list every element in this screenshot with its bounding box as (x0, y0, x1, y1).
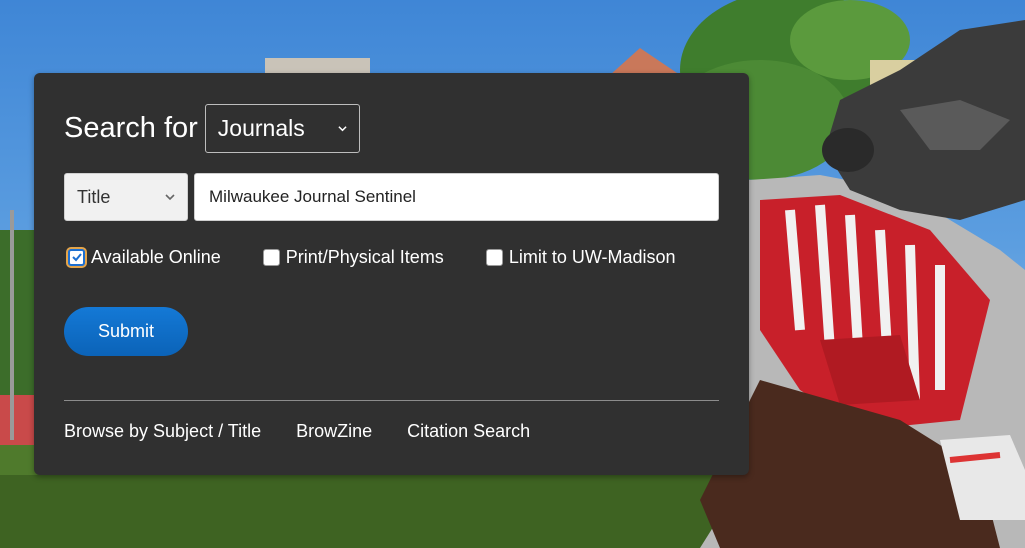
chevron-down-icon (165, 194, 175, 201)
filter-label: Limit to UW-Madison (508, 246, 676, 267)
search-filters: Available Online Print/Physical Items Li… (68, 245, 718, 269)
search-type-select[interactable]: Journals (204, 103, 360, 153)
search-for-label: Search for (64, 111, 198, 144)
limit-uw-madison-checkbox[interactable] (485, 248, 503, 266)
chevron-down-icon (338, 125, 347, 131)
available-online-checkbox[interactable] (68, 248, 85, 266)
search-panel: Search for Journals Title Available Onli… (34, 73, 749, 475)
print-physical-checkbox[interactable] (262, 248, 280, 266)
filter-label: Available Online (91, 246, 221, 267)
submit-button[interactable]: Submit (64, 307, 188, 356)
search-field-select[interactable]: Title (64, 173, 188, 221)
filter-print-physical[interactable]: Print/Physical Items (262, 246, 444, 268)
citation-search-link[interactable]: Citation Search (407, 421, 530, 442)
footer-links: Browse by Subject / Title BrowZine Citat… (64, 421, 565, 442)
browse-subject-title-link[interactable]: Browse by Subject / Title (64, 421, 261, 442)
search-type-value: Journals (217, 114, 305, 141)
filter-label: Print/Physical Items (285, 246, 444, 267)
search-field-value: Title (77, 186, 111, 207)
search-query-input[interactable] (194, 173, 719, 221)
browzine-link[interactable]: BrowZine (296, 421, 372, 442)
checkmark-icon (71, 253, 82, 262)
divider (64, 400, 719, 401)
filter-available-online[interactable]: Available Online (68, 247, 221, 268)
filter-limit-uw-madison[interactable]: Limit to UW-Madison (485, 246, 676, 268)
search-for-row: Search for Journals (64, 103, 360, 153)
